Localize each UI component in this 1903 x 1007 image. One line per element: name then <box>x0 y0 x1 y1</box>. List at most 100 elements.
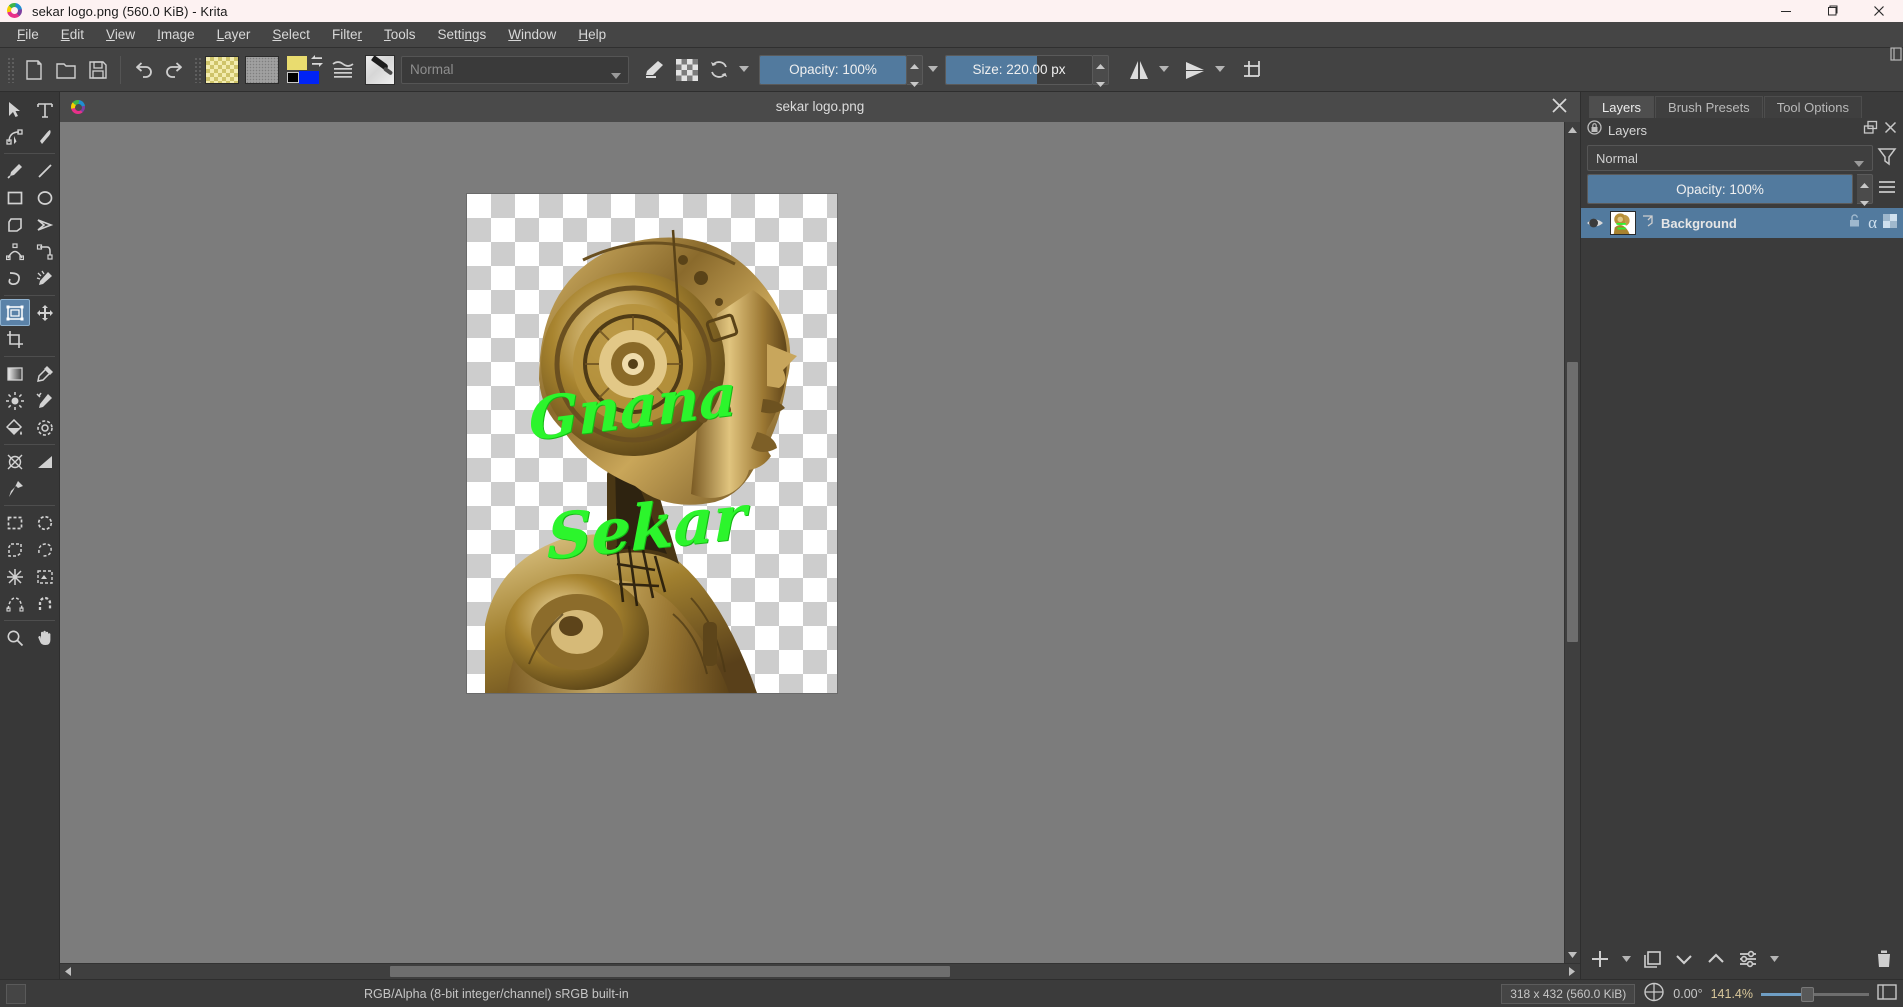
tab-tool-options[interactable]: Tool Options <box>1763 96 1862 118</box>
menu-layer[interactable]: Layer <box>206 24 262 45</box>
scroll-up-icon[interactable] <box>1565 122 1580 138</box>
zoom-tool[interactable] <box>0 624 30 651</box>
duplicate-layer-button[interactable] <box>1639 946 1665 972</box>
zoom-value[interactable]: 141.4% <box>1711 987 1753 1001</box>
menu-filter[interactable]: Filter <box>321 24 373 45</box>
blend-mode-combo[interactable]: Normal <box>401 55 629 84</box>
contiguous-selection-tool[interactable] <box>0 563 30 590</box>
toolbar-grip[interactable] <box>7 56 15 83</box>
edit-shapes-tool[interactable] <box>0 123 30 150</box>
delete-layer-button[interactable] <box>1871 946 1897 972</box>
layer-alpha-checker-icon[interactable] <box>1883 213 1897 233</box>
rotation-value[interactable]: 0.00° <box>1673 987 1702 1001</box>
zoom-slider[interactable] <box>1761 986 1869 1002</box>
canvas-viewport[interactable]: Gnana Sekar <box>60 122 1564 963</box>
layer-list[interactable]: Background α <box>1581 208 1903 939</box>
layer-alpha-lock-icon[interactable]: α <box>1868 213 1877 233</box>
layer-row[interactable]: Background α <box>1581 208 1903 238</box>
scroll-left-icon[interactable] <box>60 964 76 979</box>
close-tab-icon[interactable] <box>1551 97 1568 119</box>
pattern-swatch[interactable] <box>245 55 279 84</box>
assistant-tool[interactable] <box>0 448 30 475</box>
minimize-button[interactable] <box>1763 0 1809 22</box>
gradient-tool[interactable] <box>0 360 30 387</box>
layer-lock-icon[interactable] <box>1847 213 1862 233</box>
document-tab[interactable]: sekar logo.png <box>60 91 1580 122</box>
eraser-mode-icon[interactable] <box>639 54 671 86</box>
transform-tool[interactable] <box>0 299 30 326</box>
canvas-vertical-scrollbar[interactable] <box>1564 122 1580 963</box>
gradient-swatch[interactable] <box>205 55 239 84</box>
magnetic-selection-tool[interactable] <box>30 590 60 617</box>
horizontal-scroll-thumb[interactable] <box>390 966 950 977</box>
opacity-options-chevron-icon[interactable] <box>923 54 943 86</box>
colorize-mask-tool[interactable] <box>0 387 30 414</box>
multibrush-tool[interactable] <box>30 265 60 292</box>
menu-window[interactable]: Window <box>497 24 567 45</box>
mirror-vertical-chevron-icon[interactable] <box>1211 54 1229 86</box>
mirror-horizontal-chevron-icon[interactable] <box>1155 54 1173 86</box>
smart-patch-tool[interactable] <box>30 387 60 414</box>
polygonal-selection-tool[interactable] <box>0 536 30 563</box>
rectangle-tool[interactable] <box>0 184 30 211</box>
docker-lock-icon[interactable] <box>1587 120 1602 140</box>
fit-page-icon[interactable] <box>1877 983 1897 1004</box>
elliptical-selection-tool[interactable] <box>30 509 60 536</box>
move-tool[interactable] <box>30 299 60 326</box>
tab-brush-presets[interactable]: Brush Presets <box>1655 96 1763 118</box>
opacity-slider[interactable]: Opacity: 100% <box>759 54 907 85</box>
menu-tools[interactable]: Tools <box>373 24 427 45</box>
background-color-swatch-black[interactable] <box>287 71 299 83</box>
menu-settings[interactable]: Settings <box>426 24 497 45</box>
menu-image[interactable]: Image <box>146 24 206 45</box>
docker-expand-icon[interactable] <box>1889 44 1903 64</box>
reference-images-tool[interactable] <box>0 475 30 502</box>
redo-icon[interactable] <box>159 54 191 86</box>
preserve-alpha-icon[interactable] <box>671 54 703 86</box>
save-file-icon[interactable] <box>82 54 114 86</box>
maximize-button[interactable] <box>1809 0 1855 22</box>
move-layer-up-button[interactable] <box>1703 946 1729 972</box>
layer-blend-mode-combo[interactable]: Normal <box>1587 145 1873 171</box>
float-docker-icon[interactable] <box>1863 120 1878 140</box>
layer-properties-button[interactable] <box>1735 946 1761 972</box>
menu-file[interactable]: File <box>6 24 50 45</box>
pan-tool[interactable] <box>30 624 60 651</box>
scroll-down-icon[interactable] <box>1565 947 1580 963</box>
vertical-scroll-thumb[interactable] <box>1567 362 1578 642</box>
undo-icon[interactable] <box>127 54 159 86</box>
new-file-icon[interactable] <box>18 54 50 86</box>
layer-name[interactable]: Background <box>1661 216 1842 231</box>
menu-select[interactable]: Select <box>261 24 321 45</box>
swap-colors-icon[interactable] <box>309 54 325 73</box>
menu-edit[interactable]: Edit <box>50 24 95 45</box>
close-docker-icon[interactable] <box>1884 121 1897 139</box>
layer-opacity-slider[interactable]: Opacity: 100% <box>1587 174 1853 204</box>
bezier-selection-tool[interactable] <box>0 590 30 617</box>
foreground-background-color[interactable] <box>287 54 327 86</box>
enclose-and-fill-tool[interactable] <box>30 414 60 441</box>
add-layer-button[interactable] <box>1587 946 1613 972</box>
freehand-selection-tool[interactable] <box>30 536 60 563</box>
layer-menu-icon[interactable] <box>1877 177 1897 202</box>
layer-filter-icon[interactable] <box>1877 146 1897 171</box>
add-layer-chevron-icon[interactable] <box>1619 946 1633 972</box>
fill-tool[interactable] <box>0 414 30 441</box>
tab-layers[interactable]: Layers <box>1589 96 1655 118</box>
rotation-icon[interactable] <box>1643 982 1665 1005</box>
dynamic-brush-tool[interactable] <box>0 265 30 292</box>
freehand-brush-tool[interactable] <box>0 157 30 184</box>
toolbar-grip-2[interactable] <box>194 56 202 83</box>
close-button[interactable] <box>1855 0 1903 22</box>
current-brush-preset-thumbnail[interactable] <box>365 54 395 85</box>
freehand-path-tool[interactable] <box>30 238 60 265</box>
rectangular-selection-tool[interactable] <box>0 509 30 536</box>
text-tool[interactable] <box>30 96 60 123</box>
wrap-around-mode-icon[interactable] <box>1237 54 1269 86</box>
open-file-icon[interactable] <box>50 54 82 86</box>
select-shapes-tool[interactable] <box>0 96 30 123</box>
mirror-horizontal-icon[interactable] <box>1123 54 1155 86</box>
measure-tool[interactable] <box>30 448 60 475</box>
foreground-color-swatch[interactable] <box>287 55 307 70</box>
artwork-canvas[interactable]: Gnana Sekar <box>467 194 837 693</box>
